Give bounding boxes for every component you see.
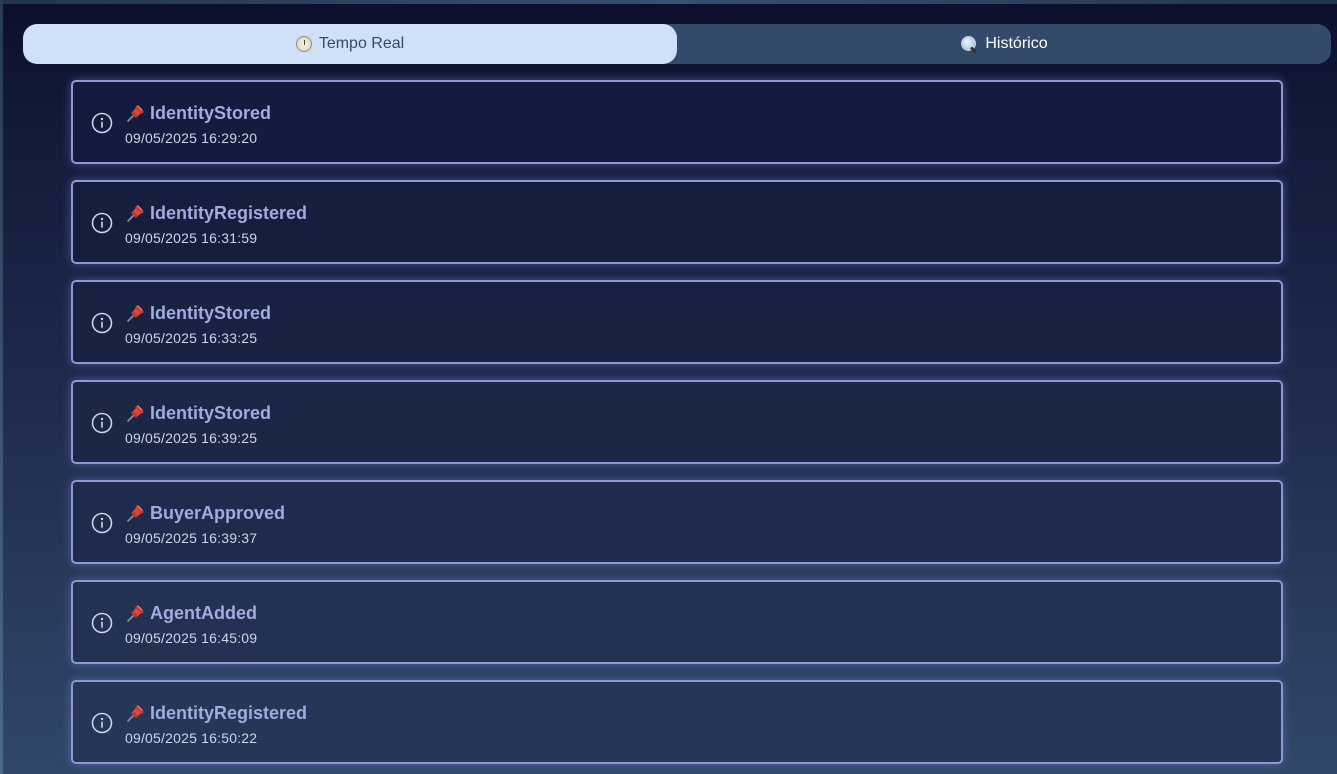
event-name: IdentityRegistered xyxy=(150,202,308,223)
event-card[interactable]: IdentityStored 09/05/2025 16:39:25 xyxy=(71,380,1283,464)
pushpin-icon xyxy=(127,605,144,622)
event-title-row: IdentityStored xyxy=(125,402,271,424)
pushpin-icon xyxy=(127,105,144,122)
tab-label: Tempo Real xyxy=(318,35,405,52)
pushpin-icon xyxy=(127,305,144,322)
event-name: IdentityStored xyxy=(150,402,272,423)
event-card[interactable]: BuyerApproved 09/05/2025 16:39:37 xyxy=(71,480,1283,564)
event-card[interactable]: IdentityStored 09/05/2025 16:29:20 xyxy=(71,80,1283,164)
event-card[interactable]: IdentityRegistered 09/05/2025 16:31:59 xyxy=(71,180,1283,264)
event-timestamp: 09/05/2025 16:31:59 xyxy=(125,230,258,246)
info-icon[interactable] xyxy=(91,112,113,134)
info-icon[interactable] xyxy=(91,412,113,434)
search-icon xyxy=(960,35,978,54)
event-title-row: IdentityRegistered xyxy=(125,202,307,224)
pushpin-icon xyxy=(127,505,144,522)
info-icon[interactable] xyxy=(91,312,113,334)
event-title-row: BuyerApproved xyxy=(125,502,285,524)
event-card[interactable]: IdentityRegistered 09/05/2025 16:50:22 xyxy=(71,680,1283,764)
clock-icon xyxy=(295,36,312,52)
event-timestamp: 09/05/2025 16:29:20 xyxy=(125,130,258,146)
event-name: IdentityStored xyxy=(150,302,272,323)
event-timestamp: 09/05/2025 16:39:37 xyxy=(125,530,258,546)
pushpin-icon xyxy=(127,205,144,222)
event-name: IdentityRegistered xyxy=(150,702,308,723)
tab-label: Histórico xyxy=(985,35,1048,52)
info-icon[interactable] xyxy=(91,512,113,534)
event-card[interactable]: AgentAdded 09/05/2025 16:45:09 xyxy=(71,580,1283,664)
info-icon[interactable] xyxy=(91,612,113,634)
tab-tempo-real[interactable]: Tempo Real xyxy=(23,24,677,64)
event-list: IdentityStored 09/05/2025 16:29:20 Ident… xyxy=(71,80,1283,774)
info-icon[interactable] xyxy=(91,712,113,734)
info-icon[interactable] xyxy=(91,212,113,234)
event-title-row: IdentityRegistered xyxy=(125,702,307,724)
pushpin-icon xyxy=(127,705,144,722)
event-title-row: AgentAdded xyxy=(125,602,257,624)
event-timestamp: 09/05/2025 16:45:09 xyxy=(125,630,258,646)
pushpin-icon xyxy=(127,405,144,422)
view-tabs: Tempo Real Histórico xyxy=(23,24,1331,64)
event-name: BuyerApproved xyxy=(150,502,286,523)
tab-historico[interactable]: Histórico xyxy=(677,24,1331,64)
event-title-row: IdentityStored xyxy=(125,302,271,324)
event-title-row: IdentityStored xyxy=(125,102,271,124)
window-top-edge xyxy=(0,0,1337,4)
event-timestamp: 09/05/2025 16:33:25 xyxy=(125,330,258,346)
event-name: IdentityStored xyxy=(150,102,272,123)
event-timestamp: 09/05/2025 16:39:25 xyxy=(125,430,258,446)
window-left-edge xyxy=(0,0,3,774)
event-timestamp: 09/05/2025 16:50:22 xyxy=(125,730,258,746)
event-name: AgentAdded xyxy=(150,602,257,623)
event-card[interactable]: IdentityStored 09/05/2025 16:33:25 xyxy=(71,280,1283,364)
